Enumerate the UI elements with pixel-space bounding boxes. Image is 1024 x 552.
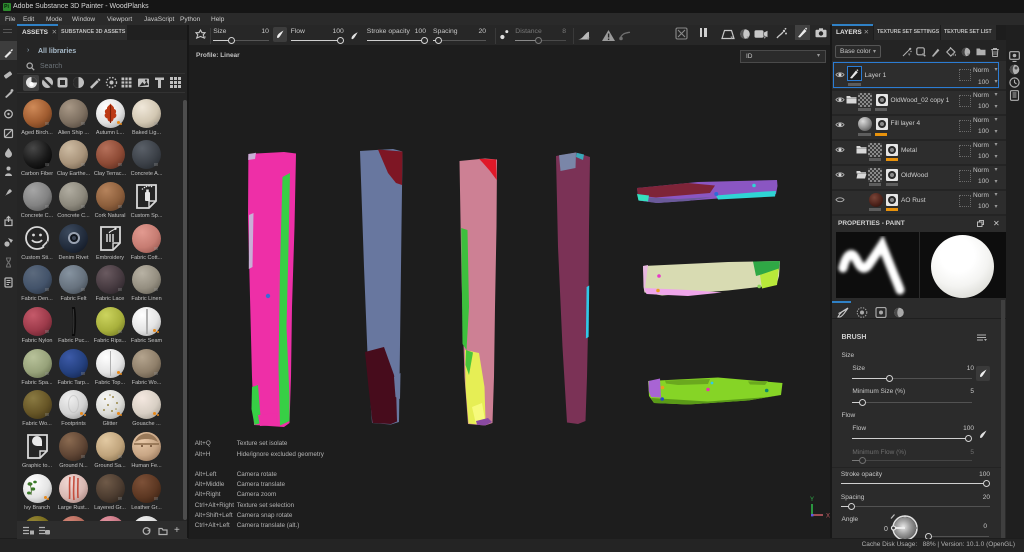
svg-text:Y: Y <box>810 497 814 503</box>
